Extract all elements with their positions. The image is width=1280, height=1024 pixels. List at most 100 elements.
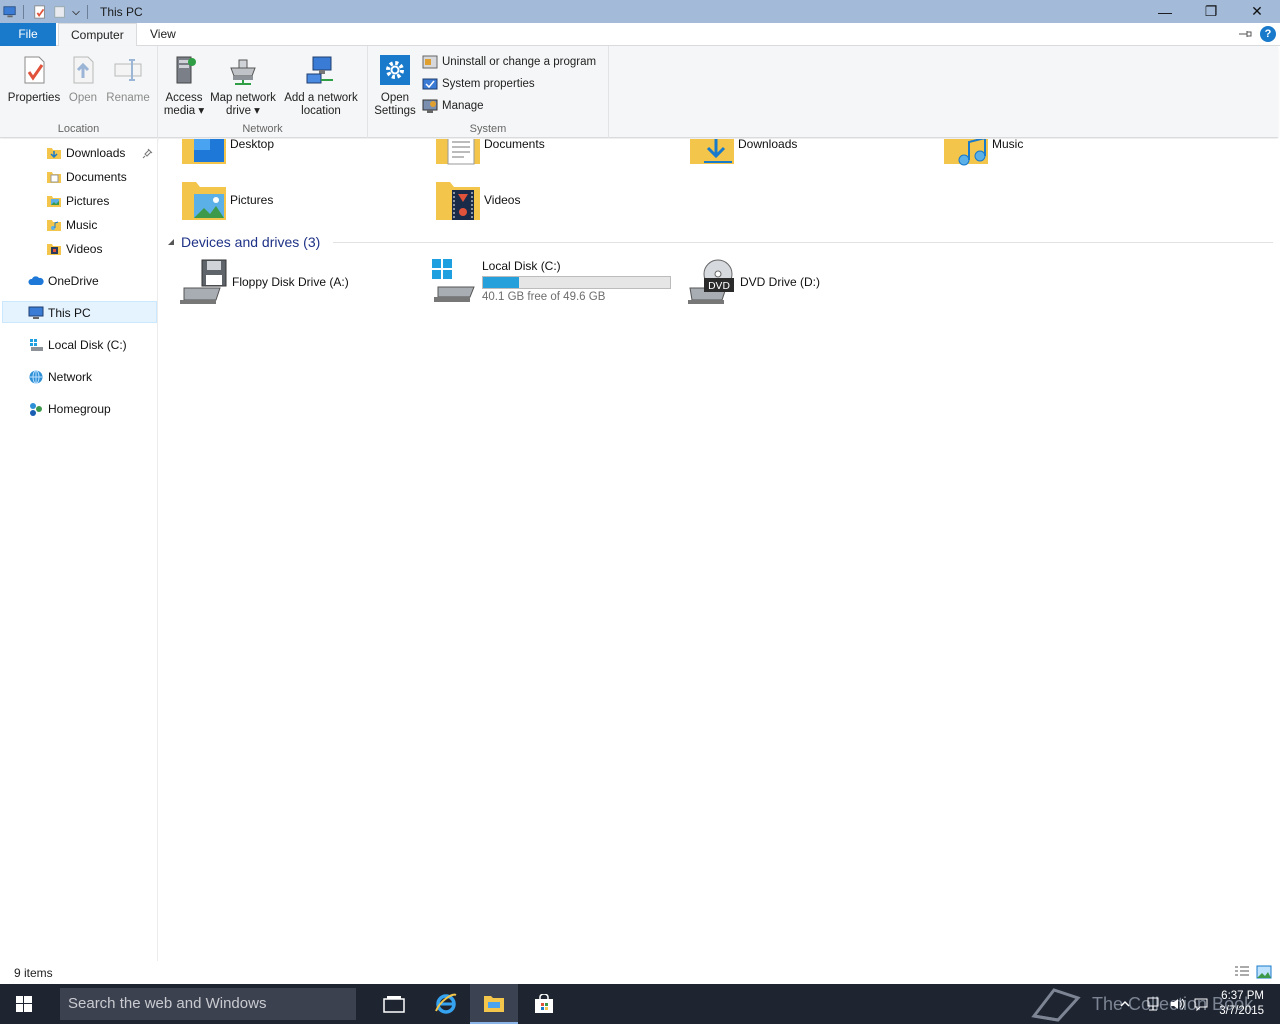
network-status-icon[interactable] [1145,996,1161,1012]
folder-documents[interactable]: Documents [434,139,545,168]
open-button[interactable]: Open [64,54,102,105]
folder-music[interactable]: Music [942,139,1023,168]
nav-item-label: Local Disk (C:) [48,338,127,352]
open-settings-label-2: Settings [374,105,416,117]
group-label-system: System [469,123,507,135]
uninstall-program-button[interactable]: Uninstall or change a program [422,52,596,72]
folder-label: Pictures [230,193,274,207]
manage-button[interactable]: Manage [422,96,484,116]
add-location-label-2: location [301,105,341,117]
taskbar-file-explorer[interactable] [470,984,518,1024]
drive-floppy[interactable]: Floppy Disk Drive (A:) [180,258,349,306]
settings-gear-icon [380,55,410,85]
separator [23,4,24,19]
chevron-down-icon[interactable] [71,5,81,19]
rename-button[interactable]: Rename [104,54,152,105]
show-hidden-icons-icon[interactable] [1119,998,1131,1010]
nav-item-onedrive[interactable]: OneDrive [28,270,99,292]
taskbar-internet-explorer[interactable] [422,984,470,1024]
music-folder-icon [47,220,61,231]
folder-label: Desktop [230,139,275,151]
drive-dvd[interactable]: DVD DVD Drive (D:) [688,258,820,306]
properties-button[interactable]: Properties [6,54,62,105]
tab-computer[interactable]: Computer [58,23,137,47]
tab-view[interactable]: View [138,23,188,46]
nav-item-pictures[interactable]: Pictures [46,190,109,212]
clock-time: 6:37 PM [1221,990,1264,1002]
restore-button[interactable]: ❐ [1188,0,1234,23]
nav-item-label: Network [48,370,93,384]
minimize-button[interactable]: — [1142,0,1188,23]
taskbar: Search the web and Windows The Collectio… [0,984,1280,1024]
ribbon: Properties Open Rename Location Access m… [0,46,1278,138]
downloads-folder-icon [690,139,734,164]
properties-icon [24,56,45,84]
documents-folder-icon [436,139,480,165]
folder-label: Videos [484,193,521,207]
drive-local-disk[interactable]: Local Disk (C:) 40.1 GB free of 49.6 GB [430,257,671,305]
media-server-icon [176,56,196,84]
folder-label: Downloads [738,139,798,151]
navigation-pane: Downloads Documents Pictures Music Video… [0,139,158,961]
close-button[interactable]: ✕ [1234,0,1280,23]
nav-item-label: Homegroup [48,402,111,416]
devices-group-header[interactable]: Devices and drives (3) [167,234,320,250]
nav-item-network[interactable]: Network [28,366,92,388]
rename-icon [114,59,142,81]
folder-desktop[interactable]: Desktop [180,139,274,168]
window-controls: — ❐ ✕ [1142,0,1280,23]
volume-icon[interactable] [1169,996,1185,1012]
drive-label: Local Disk (C:) [482,259,561,273]
add-network-location-button[interactable]: Add a network location [280,54,362,118]
nav-item-this-pc[interactable]: This PC [28,302,91,324]
open-icon [73,56,94,84]
map-drive-label-2: drive ▾ [226,105,260,117]
collapse-arrow-icon[interactable] [167,238,175,246]
ribbon-group-location: Properties Open Rename Location [0,46,158,138]
action-center-icon[interactable] [1193,996,1209,1012]
pin-icon[interactable] [142,147,154,159]
new-folder-icon[interactable] [53,5,67,19]
tab-file[interactable]: File [0,23,56,46]
open-settings-label-1: Open [380,92,410,104]
nav-item-label: Videos [66,242,103,256]
book-logo-icon [1031,988,1081,1022]
map-network-drive-button[interactable]: Map network drive ▾ [208,54,278,118]
title-bar: This PC — ❐ ✕ [0,0,1280,23]
properties-icon[interactable] [33,4,47,19]
open-settings-button[interactable]: Open Settings [372,54,418,118]
folder-videos[interactable]: Videos [434,176,520,224]
nav-item-videos[interactable]: Videos [46,238,102,260]
pin-ribbon-icon[interactable] [1238,28,1252,40]
computer-icon[interactable] [3,5,17,19]
taskbar-clock[interactable]: 6:37 PM 3/7/2015 [1219,989,1264,1019]
start-button[interactable] [0,984,48,1024]
nav-item-music[interactable]: Music [46,214,97,236]
taskbar-search-input[interactable]: Search the web and Windows [60,988,356,1020]
task-view-button[interactable] [370,984,418,1024]
access-media-button[interactable]: Access media ▾ [162,54,206,118]
disk-usage-bar [482,276,671,289]
nav-item-documents[interactable]: Documents [46,166,127,188]
folder-pictures[interactable]: Pictures [180,176,273,224]
task-view-icon [383,996,405,1013]
taskbar-store[interactable] [520,984,568,1024]
nav-item-homegroup[interactable]: Homegroup [28,398,111,420]
group-label-location: Location [57,123,100,135]
music-folder-icon [944,139,988,166]
network-icon [29,370,43,384]
folder-downloads[interactable]: Downloads [688,139,797,168]
map-drive-label-1: Map network [210,92,276,104]
nav-item-downloads[interactable]: Downloads [46,142,125,164]
documents-folder-icon [47,172,61,183]
homegroup-icon [30,403,42,416]
large-icons-view-icon[interactable] [1256,965,1272,979]
help-icon[interactable]: ? [1260,26,1276,42]
details-view-icon[interactable] [1234,965,1250,979]
windows-logo-icon [16,996,32,1012]
system-properties-label: System properties [442,78,535,90]
local-disk-icon [30,339,43,351]
system-properties-button[interactable]: System properties [422,74,535,94]
nav-item-local-disk[interactable]: Local Disk (C:) [28,334,127,356]
status-bar: 9 items [0,961,1280,984]
